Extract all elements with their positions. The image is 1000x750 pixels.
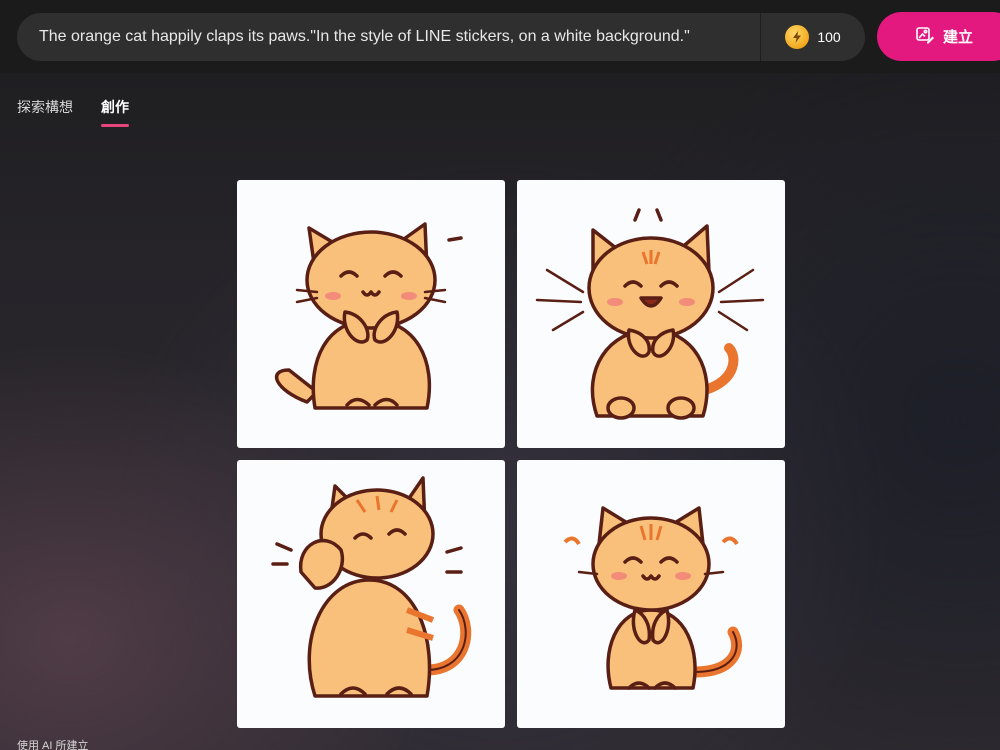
create-button[interactable]: 建立 [877,12,1000,61]
generated-image-2[interactable] [517,180,785,448]
tab-create[interactable]: 創作 [101,97,129,127]
tab-explore[interactable]: 探索構想 [17,97,73,127]
lightning-coin-icon [785,25,810,49]
cat-sticker-image [535,208,765,420]
credits-indicator[interactable]: 100 [761,13,865,61]
prompt-text[interactable]: The orange cat happily claps its paws."I… [17,28,760,46]
generated-image-1[interactable] [237,180,505,448]
generated-image-3[interactable] [237,460,505,728]
ai-generated-note: 使用 AI 所建立 [17,740,89,750]
top-bar: The orange cat happily claps its paws."I… [0,0,1000,73]
tab-bar: 探索構想 創作 [17,97,129,127]
image-edit-icon [915,25,935,49]
credit-count: 100 [817,29,841,45]
create-button-label: 建立 [943,29,974,46]
prompt-input[interactable]: The orange cat happily claps its paws."I… [17,13,865,61]
cat-sticker-image [275,222,463,410]
image-results-grid [237,180,785,728]
cat-sticker-image [563,506,743,690]
cat-sticker-image [271,476,472,698]
generated-image-4[interactable] [517,460,785,728]
